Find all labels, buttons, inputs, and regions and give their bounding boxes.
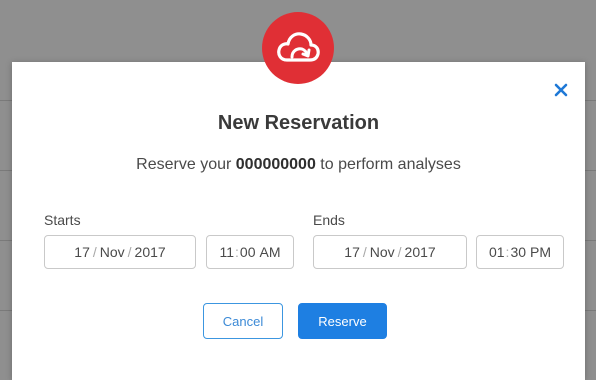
date-separator: /	[362, 244, 367, 260]
end-hour[interactable]: 01	[489, 244, 505, 260]
start-day[interactable]: 17	[74, 244, 90, 260]
time-separator: :	[235, 244, 239, 260]
cloud-refresh-icon	[262, 12, 334, 84]
subtitle-suffix: to perform analyses	[315, 156, 461, 173]
ends-label: Ends	[313, 212, 345, 228]
start-date-input[interactable]: 17 / Nov / 2017	[44, 235, 196, 269]
end-ampm[interactable]: PM	[530, 244, 551, 260]
reservation-id: 000000000	[235, 156, 316, 173]
end-year[interactable]: 2017	[405, 244, 436, 260]
end-minute[interactable]: 30	[510, 244, 526, 260]
start-month[interactable]: Nov	[100, 244, 125, 260]
date-separator: /	[397, 244, 402, 260]
date-separator: /	[127, 244, 132, 260]
start-minute[interactable]: 00	[240, 244, 256, 260]
start-time-input[interactable]: 11 : 00 AM	[206, 235, 294, 269]
date-separator: /	[92, 244, 97, 260]
start-year[interactable]: 2017	[135, 244, 166, 260]
starts-label: Starts	[44, 212, 81, 228]
end-month[interactable]: Nov	[370, 244, 395, 260]
start-hour[interactable]: 11	[219, 244, 234, 260]
reserve-button[interactable]: Reserve	[298, 303, 387, 339]
start-ampm[interactable]: AM	[260, 244, 281, 260]
end-time-input[interactable]: 01 : 30 PM	[476, 235, 564, 269]
cancel-button[interactable]: Cancel	[203, 303, 283, 339]
modal-title: New Reservation	[217, 112, 380, 134]
close-icon[interactable]	[549, 78, 573, 102]
modal-subtitle: Reserve your 000000000 to perform analys…	[12, 156, 585, 174]
subtitle-prefix: Reserve your	[136, 156, 236, 173]
time-separator: :	[505, 244, 510, 260]
end-day[interactable]: 17	[344, 244, 360, 260]
end-date-input[interactable]: 17 / Nov / 2017	[313, 235, 467, 269]
